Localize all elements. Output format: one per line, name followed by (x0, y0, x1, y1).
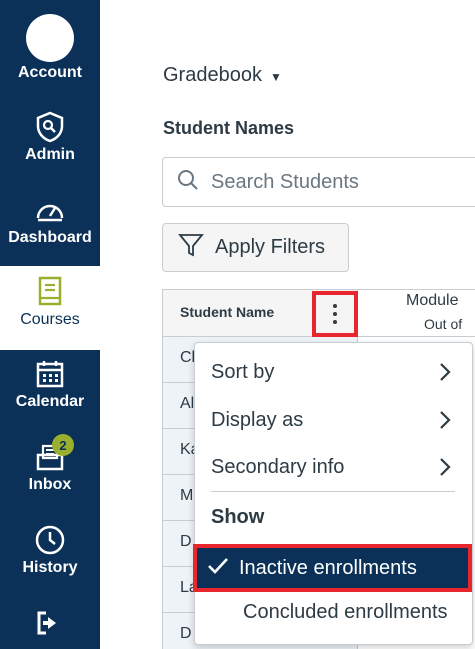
clock-icon (32, 523, 68, 557)
nav-logout[interactable] (0, 606, 100, 640)
nav-admin[interactable]: Admin (0, 110, 100, 164)
nav-history[interactable]: History (0, 523, 100, 577)
calendar-icon (32, 357, 68, 391)
apply-filters-label: Apply Filters (215, 236, 326, 258)
nav-courses[interactable]: Courses (0, 266, 100, 350)
search-icon (177, 169, 199, 196)
kebab-dot-icon (333, 304, 337, 308)
inbox-icon: 2 (32, 434, 74, 474)
module-points-label: Out of (424, 316, 463, 332)
nav-dashboard[interactable]: Dashboard (0, 193, 100, 247)
search-placeholder: Search Students (211, 170, 359, 193)
student-name-header-label: Student Name (180, 304, 275, 320)
kebab-dot-icon (333, 312, 337, 316)
nav-history-label: History (22, 559, 78, 576)
kebab-dot-icon (333, 320, 337, 324)
show-group-heading: Show (211, 506, 265, 528)
shield-icon (32, 110, 68, 144)
nav-inbox-label: Inbox (28, 476, 72, 493)
nav-calendar-label: Calendar (15, 393, 85, 410)
gradebook-menu-button[interactable]: Gradebook ▼ (163, 64, 282, 87)
menu-item-inactive-enrollments[interactable]: Inactive enrollments (193, 544, 472, 592)
checkmark-icon (207, 556, 229, 581)
menu-item-secondary-info[interactable]: Secondary info (195, 444, 472, 490)
student-name-cell: D (180, 625, 192, 642)
sort-by-label: Sort by (211, 360, 275, 383)
secondary-info-label: Secondary info (211, 455, 345, 478)
student-name-cell: M (180, 487, 194, 504)
nav-account-label: Account (18, 64, 82, 81)
inbox-unread-badge: 2 (52, 434, 74, 456)
gradebook-label: Gradebook (163, 64, 262, 86)
menu-item-sort-by[interactable]: Sort by (195, 349, 472, 395)
avatar (26, 14, 74, 62)
menu-item-display-as[interactable]: Display as (195, 397, 472, 443)
apply-filters-button[interactable]: Apply Filters (162, 223, 349, 272)
filter-icon (177, 231, 205, 264)
caret-down-icon: ▼ (269, 69, 282, 84)
column-options-kebab-button[interactable] (312, 291, 358, 337)
chevron-right-icon (438, 361, 452, 389)
book-icon (32, 275, 68, 309)
chevron-right-icon (438, 409, 452, 437)
student-name-cell: Al (180, 395, 195, 412)
display-as-label: Display as (211, 408, 304, 431)
module-column-header[interactable]: Module Out of (358, 289, 475, 337)
global-nav: Account Admin Dashboard Courses Calendar… (0, 0, 100, 649)
inactive-enrollments-label: Inactive enrollments (239, 556, 417, 579)
nav-calendar[interactable]: Calendar (0, 357, 100, 411)
column-options-menu: Sort by Display as Secondary info Show I… (193, 342, 473, 645)
nav-account[interactable]: Account (0, 14, 100, 82)
student-name-cell: Cl (180, 349, 196, 366)
dashboard-icon (32, 193, 68, 227)
section-title: Student Names (163, 118, 295, 138)
chevron-right-icon (438, 456, 452, 484)
search-students-input[interactable]: Search Students (162, 157, 475, 207)
menu-item-concluded-enrollments[interactable]: Concluded enrollments (243, 601, 448, 624)
menu-divider (211, 491, 455, 492)
nav-courses-label: Courses (20, 311, 80, 328)
nav-admin-label: Admin (25, 146, 75, 163)
nav-dashboard-label: Dashboard (8, 229, 92, 246)
student-name-cell: D (180, 533, 192, 550)
module-header-label: Module (406, 292, 459, 309)
nav-inbox[interactable]: 2 Inbox (0, 434, 100, 494)
logout-icon (32, 606, 68, 640)
